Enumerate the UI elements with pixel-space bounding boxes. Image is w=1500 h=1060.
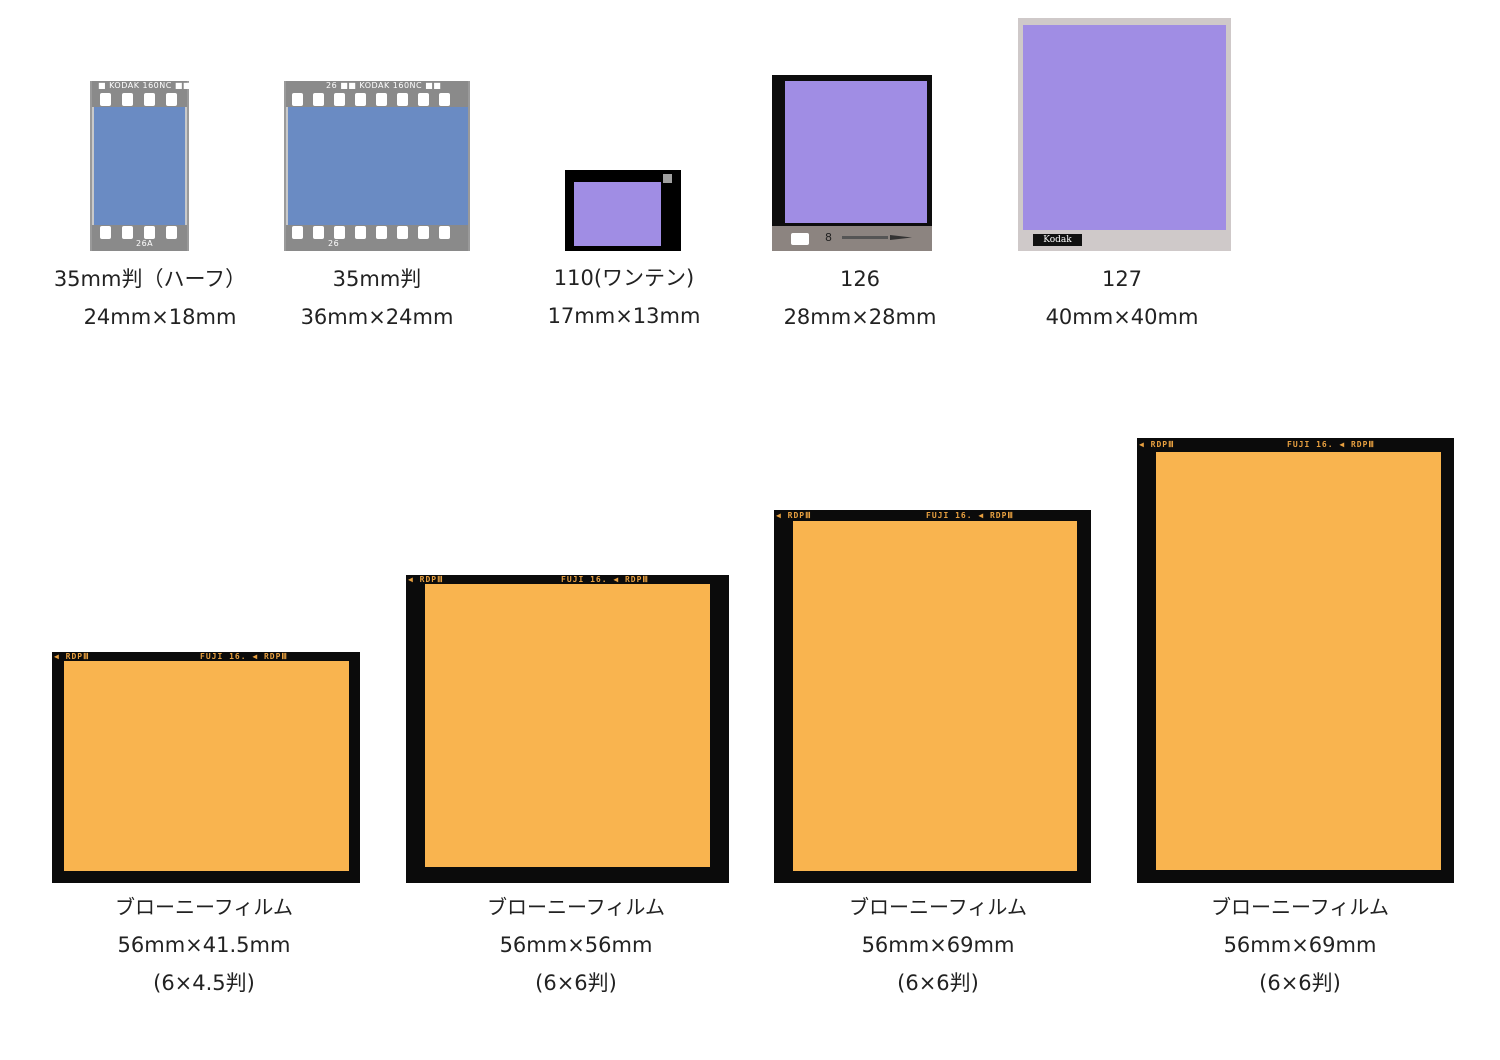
image-area — [574, 182, 661, 246]
film-edge-text: ◀ RDPⅢ — [54, 652, 90, 661]
film-35mm-half: ■ KODAK 160NC ■■ 26A — [90, 81, 191, 251]
film-126: 8 — [772, 75, 932, 251]
image-area — [425, 584, 710, 867]
format-name: 126 — [839, 267, 881, 291]
caption-126: 126 28mm×28mm — [750, 260, 970, 336]
film-35mm: 26 ■■ KODAK 160NC ■■ 26 — [284, 81, 470, 251]
format-size: 56mm×69mm — [861, 933, 1015, 957]
format-size: 17mm×13mm — [547, 304, 701, 328]
image-area — [785, 81, 927, 223]
frame-number: 8 — [825, 231, 833, 244]
format-size: 56mm×41.5mm — [117, 933, 291, 957]
format-name: 110(ワンテン) — [553, 266, 695, 290]
film-brownie-6x7-b: ◀ RDPⅢ FUJI 16. ◀ RDPⅢ — [1137, 438, 1454, 883]
caption-brownie-6x7-a: ブローニーフィルム 56mm×69mm (6×6判) — [828, 888, 1048, 1002]
film-edge-bar: 8 — [772, 226, 932, 251]
caption-brownie-6x4.5: ブローニーフィルム 56mm×41.5mm (6×4.5判) — [94, 888, 314, 1002]
caption-35mm-half: 35mm判（ハーフ） 24mm×18mm — [40, 260, 260, 336]
film-edge-text: FUJI 16. ◀ RDPⅢ — [926, 511, 1014, 520]
caption-brownie-6x6: ブローニーフィルム 56mm×56mm (6×6判) — [466, 888, 686, 1002]
format-name: ブローニーフィルム — [115, 895, 293, 919]
registration-notch — [663, 174, 672, 183]
image-area — [94, 107, 185, 225]
format-name: ブローニーフィルム — [849, 895, 1027, 919]
caption-127: 127 40mm×40mm — [1012, 260, 1232, 336]
format-size: 36mm×24mm — [300, 305, 454, 329]
sprocket-rail-bottom: 26 — [286, 225, 468, 251]
format-type: (6×4.5判) — [153, 971, 255, 995]
film-brownie-6x7-a: ◀ RDPⅢ FUJI 16. ◀ RDPⅢ — [774, 510, 1091, 883]
format-name: 35mm判（ハーフ） — [53, 267, 247, 291]
caption-brownie-6x7-b: ブローニーフィルム 56mm×69mm (6×6判) — [1190, 888, 1410, 1002]
format-size: 40mm×40mm — [1045, 305, 1199, 329]
film-edge-text: ◀ RDPⅢ — [1139, 440, 1175, 449]
sprocket-rail-bottom: 26A — [92, 225, 187, 251]
film-edge-text: ◀ RDPⅢ — [408, 575, 444, 584]
format-name: ブローニーフィルム — [487, 895, 665, 919]
film-edge-text: FUJI 16. ◀ RDPⅢ — [561, 575, 649, 584]
format-name: 127 — [1101, 267, 1143, 291]
film-127: Kodak — [1018, 18, 1231, 251]
film-edge-text: ◀ RDPⅢ — [776, 511, 812, 520]
image-area — [64, 661, 349, 871]
format-name: ブローニーフィルム — [1211, 895, 1389, 919]
format-size: 56mm×56mm — [499, 933, 653, 957]
format-type: (6×6判) — [535, 971, 617, 995]
format-size: 56mm×69mm — [1223, 933, 1377, 957]
film-edge-text: FUJI 16. ◀ RDPⅢ — [200, 652, 288, 661]
film-brownie-6x4.5: ◀ RDPⅢ FUJI 16. ◀ RDPⅢ — [52, 652, 360, 883]
caption-110: 110(ワンテン) 17mm×13mm — [514, 259, 734, 335]
format-name: 35mm判 — [332, 267, 422, 291]
format-size: 24mm×18mm — [83, 305, 237, 329]
format-type: (6×6判) — [897, 971, 979, 995]
film-edge-text: 26 ■■ KODAK 160NC ■■ — [326, 81, 442, 90]
sprocket-rail-top: 26 ■■ KODAK 160NC ■■ — [286, 81, 468, 107]
image-area — [1023, 25, 1226, 230]
film-110 — [565, 170, 681, 251]
film-brownie-6x6: ◀ RDPⅢ FUJI 16. ◀ RDPⅢ — [406, 575, 729, 883]
film-edge-text: ■ KODAK 160NC ■■ — [98, 81, 191, 90]
film-edge-text: 26 — [328, 239, 340, 248]
image-area — [1156, 452, 1441, 870]
image-area — [288, 107, 468, 225]
caption-35mm: 35mm判 36mm×24mm — [267, 260, 487, 336]
film-edge-text: FUJI 16. ◀ RDPⅢ — [1287, 440, 1375, 449]
film-edge-text: 26A — [136, 239, 154, 248]
format-size: 28mm×28mm — [783, 305, 937, 329]
kodak-label: Kodak — [1033, 234, 1082, 246]
format-type: (6×6判) — [1259, 971, 1341, 995]
sprocket-rail-top: ■ KODAK 160NC ■■ — [92, 81, 191, 107]
image-area — [793, 521, 1077, 871]
